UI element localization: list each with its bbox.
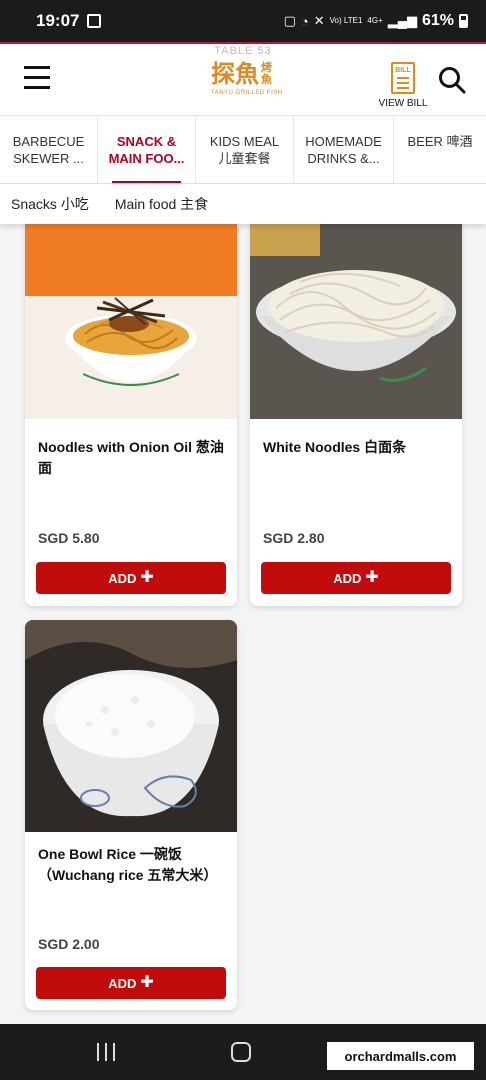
bill-icon: BILL [391,62,415,94]
tab-beer[interactable]: BEER 啤酒 [394,116,486,183]
search-icon[interactable] [438,66,466,94]
home-icon[interactable] [231,1042,251,1062]
add-label: ADD [108,570,137,586]
add-label: ADD [333,570,362,586]
category-tabs: BARBECUE SKEWER ... SNACK & MAIN FOO... KI… [0,116,486,184]
product-price: SGD 2.00 [38,936,100,952]
plus-icon: ✚ [365,569,379,586]
view-bill-button[interactable]: BILL VIEW BILL [374,62,432,109]
tab-kids-meal[interactable]: KIDS MEAL 儿童套餐 [196,116,294,183]
tab-label-line2: 儿童套餐 [218,151,271,166]
logo-text: 探魚 [211,59,259,88]
signal-label: 4G+ [367,16,383,25]
battery-icon [459,14,468,28]
lock-icon: ▢ [283,13,296,28]
tab-barbecue-skewer[interactable]: BARBECUE SKEWER ... [0,116,98,183]
product-card[interactable]: One Bowl Rice 一碗饭（Wuchang rice 五常大米） SGD… [25,620,237,1010]
plus-icon: ✚ [140,974,154,991]
tab-label-line1: SNACK & [116,134,177,149]
logo-subtitle: TANYU GRILLED FISH [211,90,283,96]
product-image-bowl-rice [25,620,237,832]
product-image-white-noodles [250,224,462,419]
product-price: SGD 2.80 [263,530,325,546]
subcategory-tabs: Snacks 小吃 Main food 主食 [0,184,486,224]
tab-label-line2: SKEWER ... [13,151,84,166]
plus-icon: ✚ [140,569,154,586]
recents-icon[interactable] [97,1043,115,1061]
brand-logo: 探魚 烤魚 TANYU GRILLED FISH [211,59,282,97]
status-bar: 19:07 ▢ ◔ ✕ Vo) LTE1 4G+ ▂▄▆ 61% [0,0,486,42]
table-label: TABLE 53 [214,45,272,57]
tab-label-line2: DRINKS &... [307,151,380,166]
product-card[interactable]: Noodles with Onion Oil 葱油面 SGD 5.80 ADD … [25,224,237,606]
add-label: ADD [108,975,137,991]
watermark: orchardmalls.com [327,1042,474,1070]
view-bill-label: VIEW BILL [378,98,428,109]
product-grid: Noodles with Onion Oil 葱油面 SGD 5.80 ADD … [0,224,486,1024]
status-time: 19:07 [36,11,80,30]
mute-icon: ✕ [313,13,325,28]
alarm-icon: ◔ [300,13,309,29]
add-button[interactable]: ADD ✚ [36,562,226,594]
gallery-notification-icon [87,14,102,28]
network-label: Vo) LTE1 [329,16,363,25]
battery-percent: 61% [421,12,454,29]
subtab-main-food[interactable]: Main food 主食 [115,194,208,214]
product-price: SGD 5.80 [38,530,100,546]
status-indicators: ▢ ◔ ✕ Vo) LTE1 4G+ ▂▄▆ 61% [284,12,468,30]
logo-side-text: 烤魚 [261,62,272,86]
tab-label-line1: BEER 啤酒 [407,134,473,149]
tab-label-line1: BARBECUE [12,134,85,149]
menu-icon[interactable] [24,66,50,90]
tab-label-line1: KIDS MEAL [209,134,280,149]
product-card[interactable]: White Noodles 白面条 SGD 2.80 ADD ✚ [250,224,462,606]
signal-icon: ▂▄▆ [387,13,417,28]
product-name: Noodles with Onion Oil 葱油面 [38,439,224,476]
product-name: One Bowl Rice 一碗饭（Wuchang rice 五常大米） [38,846,218,883]
add-button[interactable]: ADD ✚ [36,967,226,999]
add-button[interactable]: ADD ✚ [261,562,451,594]
tab-snack-main-food[interactable]: SNACK & MAIN FOO... [98,116,196,183]
product-image-onion-oil-noodles [25,224,237,419]
app-header: TABLE 53 探魚 烤魚 TANYU GRILLED FISH BILL V… [0,44,486,116]
bill-icon-text: BILL [395,67,411,74]
product-name: White Noodles 白面条 [263,439,407,455]
subtab-snacks[interactable]: Snacks 小吃 [11,194,89,214]
tab-label-line2: MAIN FOO... [108,151,185,166]
tab-label-line1: HOMEMADE [305,134,382,149]
tab-homemade-drinks[interactable]: HOMEMADE DRINKS &... [294,116,394,183]
